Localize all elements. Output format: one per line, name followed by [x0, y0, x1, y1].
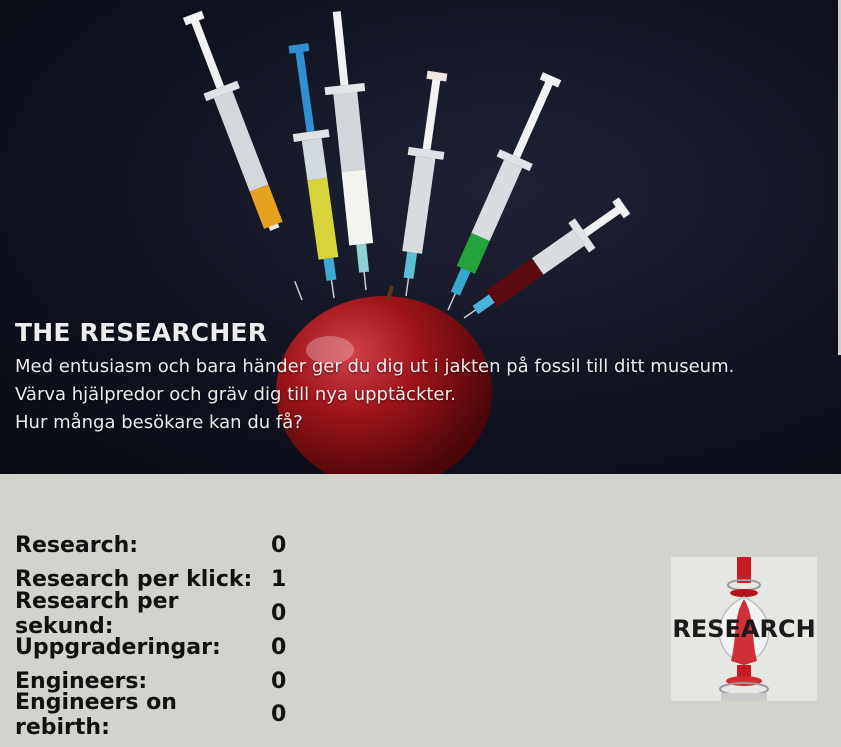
stat-value: 0: [271, 533, 287, 559]
research-button[interactable]: RESEARCH: [671, 557, 817, 701]
stat-label: Engineers on rebirth:: [15, 689, 177, 740]
stat-value: 0: [271, 702, 287, 728]
stat-value: 0: [271, 634, 287, 660]
stat-label: Research:: [15, 533, 139, 559]
stat-label: Research per sekund:: [15, 588, 179, 639]
hero-banner: THE RESEARCHER Med entusiasm och bara hä…: [0, 0, 841, 474]
hero-text: THE RESEARCHER Med entusiasm och bara hä…: [15, 318, 734, 437]
stat-row-engineers-on-rebirth: Engineers on rebirth: 0: [15, 690, 311, 740]
stat-row-research-per-second: Research per sekund: 0: [15, 589, 311, 639]
stat-label: Uppgraderingar:: [15, 634, 221, 660]
stat-row-research: Research: 0: [15, 529, 311, 563]
stats-panel: Research: 0 Research per klick: 1 Resear…: [15, 529, 311, 740]
stat-value: 1: [271, 567, 287, 593]
research-button-label: RESEARCH: [672, 615, 816, 643]
stat-value: 0: [271, 668, 287, 694]
hero-description-line: Med entusiasm och bara händer ger du dig…: [15, 356, 735, 377]
hero-description-line: Värva hjälpredor och gräv dig till nya u…: [15, 384, 456, 405]
page-title: THE RESEARCHER: [15, 318, 268, 347]
stat-row-upgrades: Uppgraderingar: 0: [15, 630, 311, 664]
hero-description-line: Hur många besökare kan du få?: [15, 412, 303, 433]
stat-value: 0: [271, 600, 287, 626]
